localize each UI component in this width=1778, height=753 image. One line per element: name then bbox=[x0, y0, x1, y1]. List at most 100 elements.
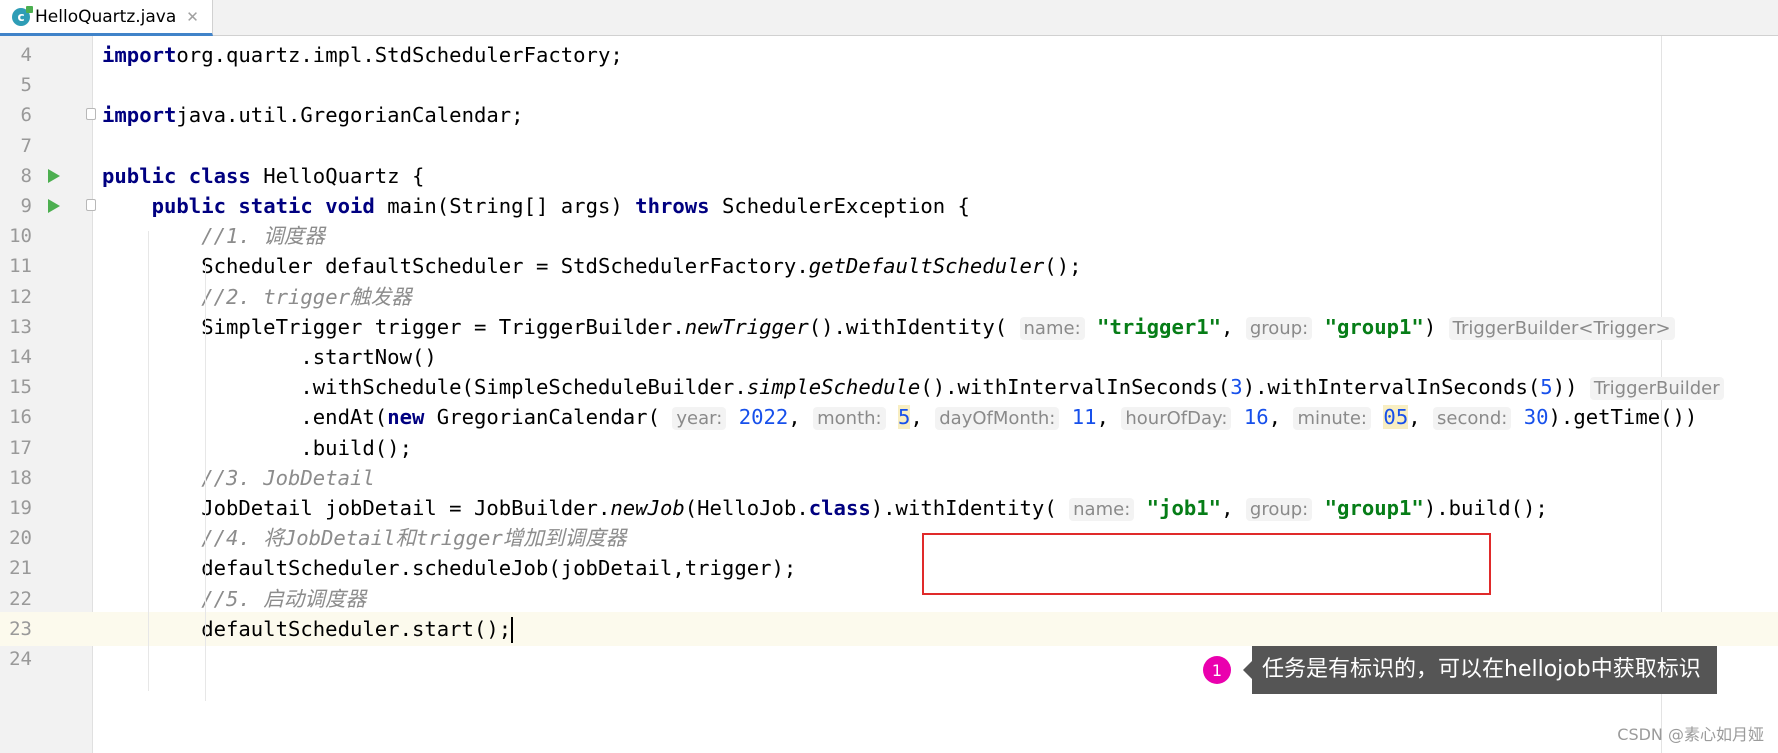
code-text: JobDetail jobDetail = JobBuilder.newJob(… bbox=[102, 491, 1548, 525]
parameter-hint: name: bbox=[1019, 316, 1085, 340]
fold-icon[interactable] bbox=[86, 108, 96, 121]
tooltip-arrow bbox=[1243, 661, 1252, 679]
parameter-hint: second: bbox=[1433, 407, 1512, 431]
line-number: 22 bbox=[9, 587, 32, 610]
line-number: 10 bbox=[9, 225, 32, 248]
line-number: 8 bbox=[20, 164, 32, 187]
parameter-hint: month: bbox=[813, 407, 886, 431]
code-line[interactable]: 20 //4. 将JobDetail和trigger增加到调度器 bbox=[0, 521, 1778, 555]
code-token: ).build(); bbox=[1423, 496, 1548, 520]
code-token: "group1" bbox=[1324, 314, 1424, 339]
code-line[interactable]: 21 defaultScheduler.scheduleJob(jobDetai… bbox=[0, 551, 1778, 585]
code-token: 2022 bbox=[738, 405, 789, 430]
watermark: CSDN @素心如月娅 bbox=[1617, 725, 1764, 744]
run-icon[interactable] bbox=[48, 199, 60, 213]
parameter-hint: hourOfDay: bbox=[1121, 407, 1232, 431]
code-token: HelloQuartz { bbox=[250, 163, 425, 188]
code-token: //1. 调度器 bbox=[201, 224, 325, 249]
code-token: newTrigger bbox=[684, 314, 809, 339]
line-number: 23 bbox=[0, 611, 32, 646]
code-token: public static void bbox=[151, 194, 375, 218]
line-number: 18 bbox=[9, 466, 32, 489]
code-line[interactable]: 22 //5. 启动调度器 bbox=[0, 582, 1778, 616]
code-text: //1. 调度器 bbox=[102, 219, 325, 253]
code-line[interactable]: 18 //3. JobDetail bbox=[0, 461, 1778, 495]
code-token: class bbox=[808, 496, 871, 520]
code-line[interactable]: 10 //1. 调度器 bbox=[0, 219, 1778, 253]
code-line[interactable]: 12 //2. trigger触发器 bbox=[0, 280, 1778, 314]
code-token: JobDetail jobDetail = JobBuilder. bbox=[102, 496, 611, 520]
code-line[interactable]: 15 .withSchedule(SimpleScheduleBuilder.s… bbox=[0, 370, 1778, 404]
code-token: 05 bbox=[1383, 405, 1409, 430]
code-token: ().withIdentity( bbox=[808, 314, 1020, 339]
java-class-icon: c bbox=[12, 5, 33, 26]
line-number: 6 bbox=[20, 104, 32, 127]
code-token: 3 bbox=[1230, 375, 1243, 400]
code-text: Scheduler defaultScheduler = StdSchedule… bbox=[102, 249, 1081, 283]
code-line[interactable]: 13 SimpleTrigger trigger = TriggerBuilde… bbox=[0, 310, 1778, 344]
code-token: //5. 启动调度器 bbox=[201, 586, 367, 611]
parameter-hint: minute: bbox=[1293, 407, 1372, 431]
code-token: , bbox=[1221, 314, 1246, 339]
code-line[interactable]: 7 bbox=[0, 129, 1778, 163]
code-token: ).withIntervalInSeconds( bbox=[1242, 375, 1541, 400]
line-number: 5 bbox=[20, 74, 32, 97]
code-token: ).withIdentity( bbox=[870, 496, 1070, 520]
code-line[interactable]: 14 .startNow() bbox=[0, 340, 1778, 374]
code-token: , bbox=[1221, 496, 1246, 520]
line-number: 9 bbox=[20, 195, 32, 217]
code-text: SimpleTrigger trigger = TriggerBuilder.n… bbox=[102, 310, 1675, 344]
code-token: , bbox=[1408, 405, 1434, 430]
code-line[interactable]: 19 JobDetail jobDetail = JobBuilder.newJ… bbox=[0, 491, 1778, 525]
fold-icon[interactable] bbox=[86, 199, 96, 211]
code-token: .withSchedule(SimpleScheduleBuilder. bbox=[102, 375, 747, 400]
code-token: org.quartz.impl.StdSchedulerFactory; bbox=[176, 43, 623, 67]
line-number: 20 bbox=[9, 527, 32, 550]
run-icon[interactable] bbox=[48, 168, 60, 183]
line-number: 15 bbox=[9, 376, 32, 399]
code-text: .withSchedule(SimpleScheduleBuilder.simp… bbox=[102, 370, 1724, 404]
code-line[interactable]: 5 bbox=[0, 68, 1778, 102]
line-number: 24 bbox=[9, 648, 32, 670]
code-token: main(String[] args) bbox=[374, 194, 636, 218]
annotation-text: 任务是有标识的，可以在hellojob中获取标识 bbox=[1252, 646, 1717, 694]
tab-label: HelloQuartz.java bbox=[35, 6, 177, 27]
code-line[interactable]: 8 public class HelloQuartz { bbox=[0, 159, 1778, 193]
code-text: //3. JobDetail bbox=[102, 461, 375, 495]
close-icon[interactable]: ✕ bbox=[186, 8, 199, 26]
line-number: 4 bbox=[20, 44, 32, 66]
line-number: 16 bbox=[9, 406, 32, 429]
code-token: 16 bbox=[1243, 405, 1269, 430]
code-line[interactable]: 16 .endAt(new GregorianCalendar( year: 2… bbox=[0, 400, 1778, 434]
parameter-hint: year: bbox=[672, 407, 727, 431]
code-line[interactable]: 9 public static void main(String[] args)… bbox=[0, 189, 1778, 223]
code-line[interactable]: 6 importjava.util.GregorianCalendar; bbox=[0, 98, 1778, 132]
code-token: defaultScheduler.start(); bbox=[102, 616, 512, 641]
tab-hello-quartz[interactable]: c HelloQuartz.java ✕ bbox=[0, 0, 213, 36]
code-line[interactable]: 11 Scheduler defaultScheduler = StdSched… bbox=[0, 249, 1778, 283]
code-line[interactable]: 17 .build(); bbox=[0, 431, 1778, 465]
code-text: //4. 将JobDetail和trigger增加到调度器 bbox=[102, 521, 626, 555]
parameter-hint: dayOfMonth: bbox=[935, 407, 1060, 431]
code-token: )) bbox=[1552, 375, 1590, 400]
line-number: 7 bbox=[20, 134, 32, 157]
code-token: SchedulerException { bbox=[709, 194, 970, 218]
code-line[interactable]: 4 importorg.quartz.impl.StdSchedulerFacto… bbox=[0, 38, 1778, 72]
line-number: 17 bbox=[9, 436, 32, 459]
code-text: defaultScheduler.start(); bbox=[102, 612, 514, 646]
indent-guide bbox=[148, 231, 149, 691]
code-line[interactable]: 23 defaultScheduler.start(); bbox=[0, 611, 1778, 646]
code-token: 5 bbox=[1540, 375, 1553, 400]
parameter-hint: group: bbox=[1245, 498, 1313, 521]
code-token: GregorianCalendar( bbox=[424, 405, 673, 430]
